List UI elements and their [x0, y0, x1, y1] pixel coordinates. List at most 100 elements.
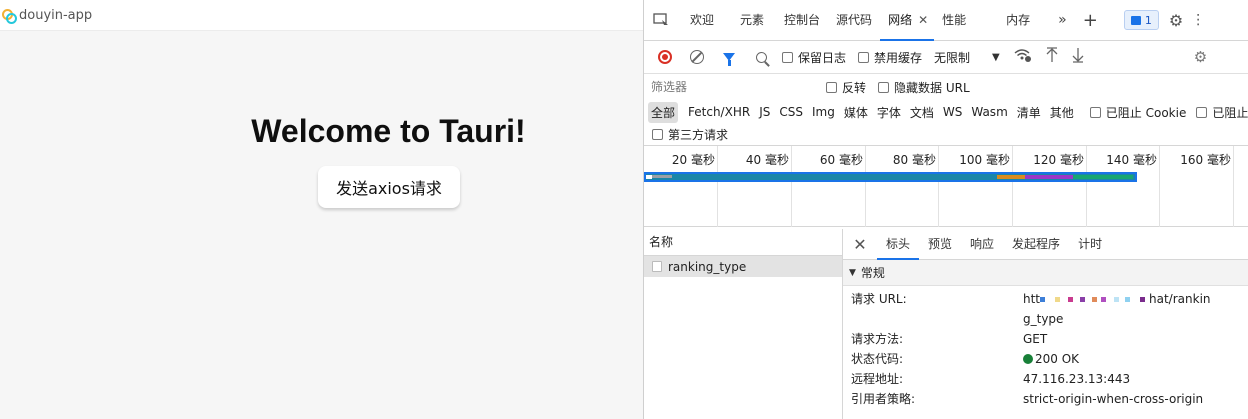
tab-welcome[interactable]: 欢迎 [678, 0, 730, 41]
blocked-requests-label: 已阻止请 [1212, 105, 1248, 120]
filter-button[interactable] [716, 45, 742, 69]
issues-badge[interactable]: 1 [1123, 10, 1159, 30]
status-code-row: 状态代码: 200 OK [843, 349, 1248, 369]
tab-elements[interactable]: 元素 [730, 0, 776, 41]
settings-gear-icon[interactable]: ⚙ [1169, 11, 1183, 30]
timeline-tick-label: 140 毫秒 [1106, 153, 1157, 167]
request-url-row: 请求 URL: htt hat/rankin [843, 289, 1248, 309]
more-options-icon[interactable]: ⋮ [1191, 12, 1205, 28]
dropdown-caret-icon: ▼ [992, 51, 1000, 63]
hide-data-urls-checkbox[interactable]: 隐藏数据 URL [878, 79, 970, 96]
timeline-tick-label: 20 毫秒 [671, 153, 715, 167]
timeline-gridline [717, 146, 718, 227]
remote-address-value: 47.116.23.13:443 [1023, 372, 1131, 386]
import-har-icon[interactable] [1046, 47, 1058, 67]
status-code-value: 200 OK [1023, 349, 1248, 369]
checkbox-box [1196, 106, 1208, 118]
remote-address-row: 远程地址: 47.116.23.13:443 [843, 369, 1248, 389]
type-filter-wasm[interactable]: Wasm [968, 103, 1010, 121]
network-settings-gear-icon[interactable]: ⚙ [1194, 48, 1207, 66]
request-method-value: GET [1023, 332, 1048, 346]
checkbox-box [858, 51, 870, 63]
general-section-title: 常规 [860, 266, 885, 280]
blocked-cookies-checkbox[interactable]: 已阻止 Cookie [1089, 104, 1186, 121]
redaction-mark [1101, 297, 1107, 302]
timeline-tick-label: 160 毫秒 [1180, 153, 1231, 167]
tab-memory[interactable]: 内存 [986, 0, 1050, 41]
request-url-value: htt hat/rankin [1023, 289, 1248, 309]
disable-cache-checkbox[interactable]: 禁用缓存 [858, 49, 922, 66]
redaction-mark [1140, 297, 1146, 302]
request-method-row: 请求方法: GET [843, 329, 1248, 349]
app-titlebar: douyin-app [0, 0, 643, 31]
request-url-label: 请求 URL: [851, 292, 907, 306]
general-section-header[interactable]: ▼ 常规 [843, 260, 1248, 286]
clear-icon [690, 50, 704, 64]
waterfall-download-segment [1073, 175, 1133, 179]
type-filter-row: 全部 Fetch/XHR JS CSS Img 媒体 字体 文档 WS Wasm… [644, 100, 1248, 124]
search-icon [755, 51, 767, 63]
request-row[interactable]: ranking_type [644, 256, 842, 277]
timeline-tick-label: 120 毫秒 [1033, 153, 1084, 167]
general-section-body: 请求 URL: htt hat/rankin g_type 请求方法: GET 状… [843, 286, 1248, 409]
timeline-gridline [791, 146, 792, 227]
tab-performance[interactable]: 性能 [934, 0, 986, 41]
search-button[interactable] [748, 45, 774, 69]
type-filter-ws[interactable]: WS [940, 103, 965, 121]
filter-funnel-icon [723, 53, 735, 66]
checkbox-box [826, 81, 837, 93]
export-har-icon[interactable] [1072, 47, 1084, 67]
tab-console[interactable]: 控制台 [776, 0, 828, 41]
detail-tab-headers[interactable]: 标头 [877, 229, 920, 260]
type-filter-doc[interactable]: 文档 [907, 102, 937, 123]
type-filter-font[interactable]: 字体 [874, 102, 904, 123]
invert-checkbox[interactable]: 反转 [826, 79, 866, 96]
tab-network[interactable]: 网络 ✕ [880, 0, 935, 41]
device-toolbar-icon[interactable] [644, 13, 678, 27]
close-icon[interactable]: ✕ [918, 13, 928, 27]
close-detail-icon[interactable]: ✕ [843, 235, 877, 254]
throttle-select[interactable]: 无限制 ▼ [934, 49, 1000, 66]
app-window: douyin-app Welcome to Tauri! 发送axios请求 [0, 0, 643, 419]
detail-tab-initiator[interactable]: 发起程序 [1003, 229, 1069, 260]
type-filter-manifest[interactable]: 清单 [1014, 102, 1044, 123]
name-column-header[interactable]: 名称 [644, 229, 842, 256]
invert-label: 反转 [842, 80, 867, 95]
preserve-log-checkbox[interactable]: 保留日志 [782, 49, 846, 66]
timeline-tick-label: 60 毫秒 [819, 153, 863, 167]
waterfall-receive-segment [1025, 175, 1073, 179]
type-filter-media[interactable]: 媒体 [841, 102, 871, 123]
remote-address-label: 远程地址: [851, 372, 904, 386]
checkbox-box [652, 129, 663, 140]
tab-sources[interactable]: 源代码 [828, 0, 880, 41]
type-filter-fetch-xhr[interactable]: Fetch/XHR [685, 103, 753, 121]
detail-tab-timing[interactable]: 计时 [1069, 229, 1111, 260]
request-url-tail-row: g_type [843, 309, 1248, 329]
clear-button[interactable] [684, 45, 710, 69]
type-filter-js[interactable]: JS [756, 103, 773, 121]
filter-input[interactable] [650, 78, 814, 96]
type-filter-img[interactable]: Img [809, 103, 838, 121]
app-title: douyin-app [19, 7, 93, 23]
type-filter-css[interactable]: CSS [776, 103, 806, 121]
network-overview-timeline[interactable]: 20 毫秒 40 毫秒 60 毫秒 80 毫秒 100 毫秒 120 毫秒 14… [644, 146, 1248, 227]
detail-tab-preview[interactable]: 预览 [919, 229, 961, 260]
timeline-gridline [1159, 146, 1160, 227]
redaction-mark [1040, 297, 1046, 302]
third-party-checkbox[interactable]: 第三方请求 [652, 126, 728, 143]
send-axios-request-button[interactable]: 发送axios请求 [318, 166, 460, 208]
referrer-policy-label: 引用者策略: [851, 392, 916, 406]
add-tab-icon[interactable]: + [1075, 10, 1106, 31]
record-button[interactable] [652, 45, 678, 69]
blocked-requests-checkbox[interactable]: 已阻止请 [1196, 104, 1248, 121]
more-tabs-icon[interactable]: » [1050, 12, 1075, 28]
network-toolbar: 保留日志 禁用缓存 无限制 ▼ ⚙ [644, 41, 1248, 74]
detail-tab-response[interactable]: 响应 [961, 229, 1003, 260]
record-icon [658, 50, 672, 64]
triangle-down-icon: ▼ [849, 267, 856, 278]
request-url-prefix: htt [1023, 292, 1041, 306]
network-conditions-icon[interactable] [1014, 48, 1032, 66]
type-filter-other[interactable]: 其他 [1047, 102, 1077, 123]
type-filter-all[interactable]: 全部 [648, 101, 679, 123]
